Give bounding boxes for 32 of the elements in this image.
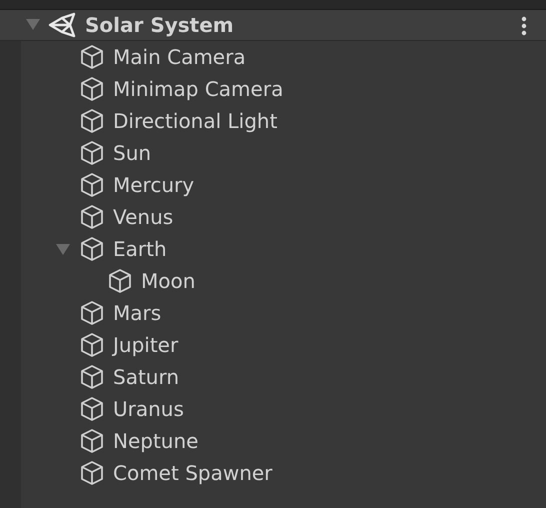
- item-label[interactable]: Comet Spawner: [113, 461, 272, 485]
- expand-toggle-icon[interactable]: [25, 16, 41, 30]
- cube-icon: [79, 332, 105, 358]
- cube-icon: [79, 108, 105, 134]
- item-label[interactable]: Jupiter: [113, 333, 178, 357]
- item-label[interactable]: Moon: [141, 269, 196, 293]
- cube-icon: [79, 172, 105, 198]
- item-label[interactable]: Saturn: [113, 365, 180, 389]
- cube-icon: [79, 44, 105, 70]
- item-label[interactable]: Uranus: [113, 397, 184, 421]
- cube-icon: [107, 268, 133, 294]
- item-label[interactable]: Directional Light: [113, 109, 278, 133]
- cube-icon: [79, 140, 105, 166]
- logo-icon: [47, 11, 77, 39]
- item-label[interactable]: Earth: [113, 237, 167, 261]
- expand-toggle-icon[interactable]: [55, 242, 71, 256]
- more-icon[interactable]: [521, 16, 527, 36]
- cube-icon: [79, 364, 105, 390]
- item-label[interactable]: Mars: [113, 301, 162, 325]
- item-label[interactable]: Venus: [113, 205, 174, 229]
- cube-icon: [79, 460, 105, 486]
- cube-icon: [79, 428, 105, 454]
- item-label[interactable]: Sun: [113, 141, 152, 165]
- item-label[interactable]: Neptune: [113, 429, 198, 453]
- item-label[interactable]: Minimap Camera: [113, 77, 284, 101]
- cube-icon: [79, 76, 105, 102]
- cube-icon: [79, 396, 105, 422]
- cube-icon: [79, 236, 105, 262]
- cube-icon: [79, 204, 105, 230]
- item-label[interactable]: Main Camera: [113, 45, 246, 69]
- item-label[interactable]: Mercury: [113, 173, 194, 197]
- cube-icon: [79, 300, 105, 326]
